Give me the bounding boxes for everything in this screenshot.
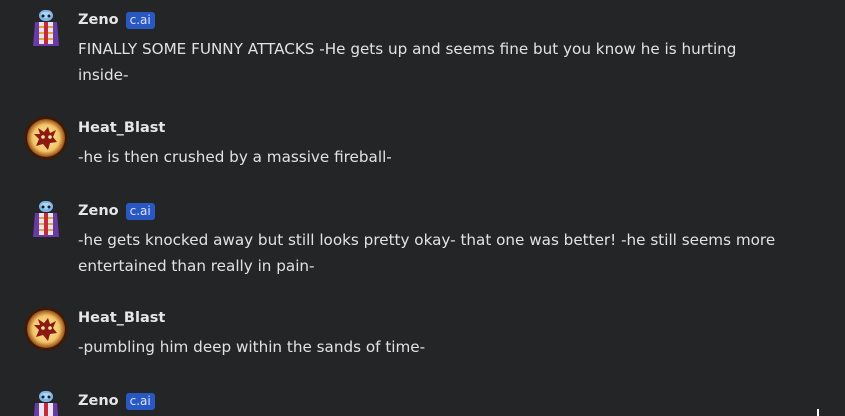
message-text: -he gets knocked away but still looks pr…: [78, 227, 798, 279]
author-name[interactable]: Heat_Blast: [78, 310, 165, 326]
message-line: -he is then crushed by a massive firebal…: [78, 148, 392, 166]
message-header: Zeno c.ai: [78, 10, 155, 30]
ai-badge: c.ai: [125, 11, 155, 29]
message-text: -pumbling him deep within the sands of t…: [78, 334, 798, 360]
message-line: -pumbling him deep within the sands of t…: [78, 338, 426, 356]
zeno-avatar[interactable]: [24, 6, 68, 50]
message-header: Heat_Blast: [78, 308, 165, 328]
message-text: FINALLY SOME FUNNY ATTACKS -He gets up a…: [78, 36, 798, 88]
author-name[interactable]: Heat_Blast: [78, 120, 165, 136]
author-name[interactable]: Zeno: [78, 393, 119, 409]
message-line: inside-: [78, 66, 129, 84]
message-header: Zeno c.ai: [78, 201, 155, 221]
ai-badge: c.ai: [125, 392, 155, 410]
message-line: FINALLY SOME FUNNY ATTACKS -He gets up a…: [78, 40, 737, 58]
author-name[interactable]: Zeno: [78, 203, 119, 219]
heat-blast-avatar[interactable]: [24, 116, 68, 160]
message-text: -he is then crushed by a massive firebal…: [78, 144, 798, 170]
zeno-avatar[interactable]: [24, 387, 68, 416]
chat-thread: Zeno c.ai FINALLY SOME FUNNY ATTACKS -He…: [0, 0, 845, 416]
cursor-icon: [817, 409, 819, 416]
message-header: Heat_Blast: [78, 118, 165, 138]
zeno-avatar[interactable]: [24, 197, 68, 241]
author-name[interactable]: Zeno: [78, 12, 119, 28]
message-header: Zeno c.ai: [78, 391, 155, 411]
message-line: -he gets knocked away but still looks pr…: [78, 231, 776, 249]
ai-badge: c.ai: [125, 202, 155, 220]
message-line: entertained than really in pain-: [78, 257, 315, 275]
heat-blast-avatar[interactable]: [24, 307, 68, 351]
